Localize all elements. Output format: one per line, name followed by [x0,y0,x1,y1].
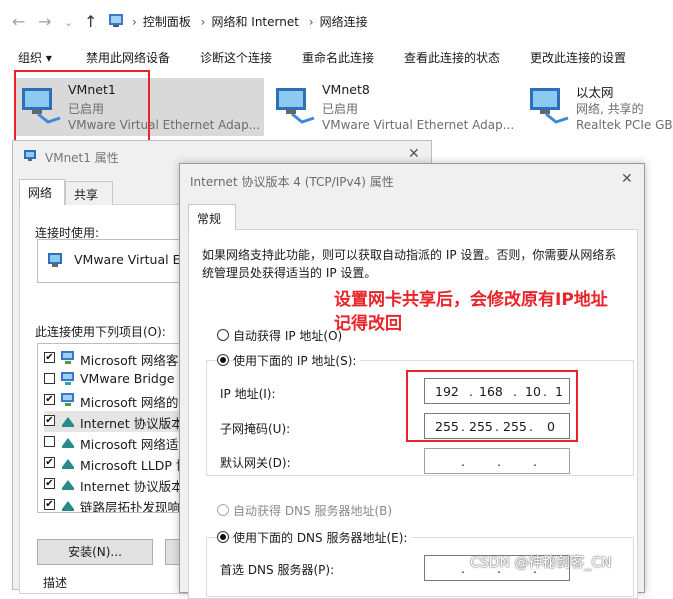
network-adapter-icon [48,253,62,267]
tab-sharing[interactable]: 共享 [65,181,113,205]
adapter-name: VMware Virtual Eth [74,252,194,267]
recent-chevron-icon[interactable]: ⌄ [64,16,73,29]
organize-button[interactable]: 组织 ▾ [18,49,52,66]
forward-arrow-icon[interactable]: → [38,12,51,31]
description-text: 如果网络支持此功能，则可以获取自动指派的 IP 设置。否则，你需要从网络系统管理… [202,248,617,280]
annotation-line: 设置网卡共享后，会修改原有IP地址 [334,290,608,310]
ip-address-label: IP 地址(I): [220,387,276,401]
breadcrumb-item[interactable]: 控制面板 [143,15,191,29]
diagnose-button[interactable]: 诊断这个连接 [200,49,272,66]
adapter-status: 网络, 共享的 [576,102,644,116]
network-adapter-icon [276,88,315,124]
preferred-dns-label: 首选 DNS 服务器(P): [220,563,335,577]
item-label: VMware Bridge P [80,371,187,386]
dialog-title: VMnet1 属性 [45,151,119,165]
adapter-name: 以太网 [576,85,614,100]
install-button[interactable]: 安装(N)... [37,539,153,565]
auto-dns-radio[interactable] [217,504,229,516]
gateway-field[interactable]: ... [424,448,570,474]
auto-dns-label: 自动获得 DNS 服务器地址(B) [233,504,393,518]
checkbox[interactable]: ✔ [44,352,55,363]
checkbox[interactable]: ✔ [44,394,55,405]
checkbox[interactable]: ✔ [44,415,55,426]
adapter-vmnet8[interactable]: VMnet8 已启用 VMware Virtual Ethernet Adap.… [268,78,518,136]
checkbox[interactable]: ✔ [44,457,55,468]
items-label: 此连接使用下列项目(O): [35,325,166,339]
network-adapter-icon [530,88,569,124]
adapter-name: VMnet8 [322,82,370,97]
dialog-title: Internet 协议版本 4 (TCP/IPv4) 属性 [190,175,394,189]
tab-general[interactable]: 常规 [188,204,236,230]
annotation-text: 设置网卡共享后，会修改原有IP地址 记得改回 [334,288,608,336]
annotation-line: 记得改回 [334,314,402,334]
close-icon[interactable]: ✕ [621,171,633,187]
auto-ip-radio[interactable] [217,329,229,341]
protocol-icon [62,459,74,469]
network-service-icon [61,393,74,406]
auto-ip-label: 自动获得 IP 地址(O) [233,329,343,343]
adapter-ethernet[interactable]: 以太网 网络, 共享的 Realtek PCIe GB [522,78,673,136]
adapter-status: 已启用 [322,102,359,116]
item-label: 链路层拓扑发现响应 [80,500,193,513]
protocol-icon [62,438,74,448]
network-client-icon [61,351,74,364]
gateway-label: 默认网关(D): [220,456,291,470]
breadcrumb-item[interactable]: 网络连接 [320,15,368,29]
network-icon [24,150,36,161]
address-bar: ← → ⌄ ↑ › 控制面板 › 网络和 Internet › 网络连接 [0,0,673,42]
manual-ip-label: 使用下面的 IP 地址(S): [233,352,361,369]
highlight-box-ip [406,370,578,442]
highlight-box-adapter [14,70,150,143]
checkbox[interactable]: ✔ [44,499,55,510]
disable-device-button[interactable]: 禁用此网络设备 [86,49,170,66]
change-settings-button[interactable]: 更改此连接的设置 [530,49,626,66]
control-panel-icon [109,14,123,27]
checkbox[interactable] [44,373,55,384]
item-label: Microsoft LLDP 协 [80,458,189,473]
protocol-icon [62,501,74,511]
rename-button[interactable]: 重命名此连接 [302,49,374,66]
item-label: Microsoft 网络适配 [80,437,191,452]
item-label: Microsoft 网络客户 [80,353,191,368]
manual-dns-label: 使用下面的 DNS 服务器地址(E): [233,529,412,546]
subnet-mask-label: 子网掩码(U): [220,422,291,436]
manual-dns-radio[interactable] [217,531,229,543]
breadcrumb: › 控制面板 › 网络和 Internet › 网络连接 [132,15,368,29]
up-arrow-icon[interactable]: ↑ [84,12,97,31]
view-status-button[interactable]: 查看此连接的状态 [404,49,500,66]
checkbox[interactable] [44,436,55,447]
close-icon[interactable]: ✕ [408,146,420,162]
tab-network[interactable]: 网络 [19,179,65,205]
network-service-icon [61,372,74,385]
checkbox[interactable]: ✔ [44,478,55,489]
adapter-desc: Realtek PCIe GB [576,118,673,132]
back-arrow-icon[interactable]: ← [12,12,25,31]
protocol-icon [62,417,74,427]
watermark: CSDN @神秘剑客_CN [470,555,612,571]
breadcrumb-item[interactable]: 网络和 Internet [211,15,298,29]
adapter-desc: VMware Virtual Ethernet Adap... [322,118,515,132]
item-label: Microsoft 网络的文 [80,395,191,410]
description-label: 描述 [43,576,68,590]
manual-ip-radio[interactable] [217,354,229,366]
command-bar: 组织 ▾ 禁用此网络设备 诊断这个连接 重命名此连接 查看此连接的状态 更改此连… [0,42,673,70]
protocol-icon [62,480,74,490]
